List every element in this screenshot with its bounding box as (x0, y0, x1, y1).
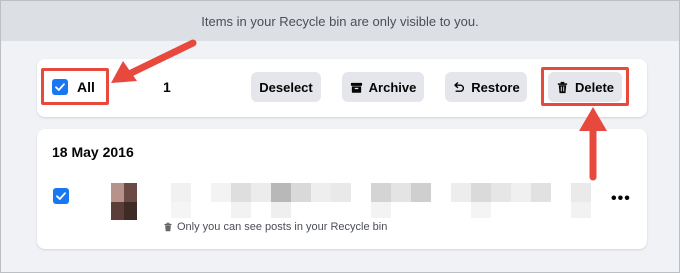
trash-icon (557, 81, 568, 93)
select-all-checkbox[interactable] (52, 79, 68, 95)
recycle-bin-notice-banner: Items in your Recycle bin are only visib… (1, 1, 679, 41)
restore-label: Restore (471, 79, 520, 95)
delete-button[interactable]: Delete (548, 72, 622, 102)
checkmark-icon (55, 83, 65, 91)
select-all-highlight[interactable]: All (41, 68, 109, 105)
post-date-heading: 18 May 2016 (52, 144, 134, 160)
archive-button[interactable]: Archive (342, 72, 424, 102)
delete-label: Delete (574, 79, 615, 95)
archive-box-icon (350, 82, 362, 93)
post-select-checkbox[interactable] (53, 188, 69, 204)
trash-icon (164, 222, 172, 232)
restore-button[interactable]: Restore (445, 72, 527, 102)
pointer-arrow-to-all (111, 39, 197, 83)
caption-text: Only you can see posts in your Recycle b… (177, 221, 388, 233)
deselect-label: Deselect (259, 79, 313, 95)
archive-label: Archive (368, 79, 417, 95)
select-all-label[interactable]: All (77, 79, 95, 95)
restore-arrow-icon (454, 81, 465, 92)
checkmark-icon (56, 192, 66, 200)
post-privacy-caption: Only you can see posts in your Recycle b… (163, 221, 387, 233)
more-options-icon[interactable]: ••• (611, 191, 631, 207)
deselect-button[interactable]: Deselect (251, 72, 321, 102)
pointer-arrow-to-delete (579, 107, 607, 181)
banner-text: Items in your Recycle bin are only visib… (201, 13, 479, 29)
